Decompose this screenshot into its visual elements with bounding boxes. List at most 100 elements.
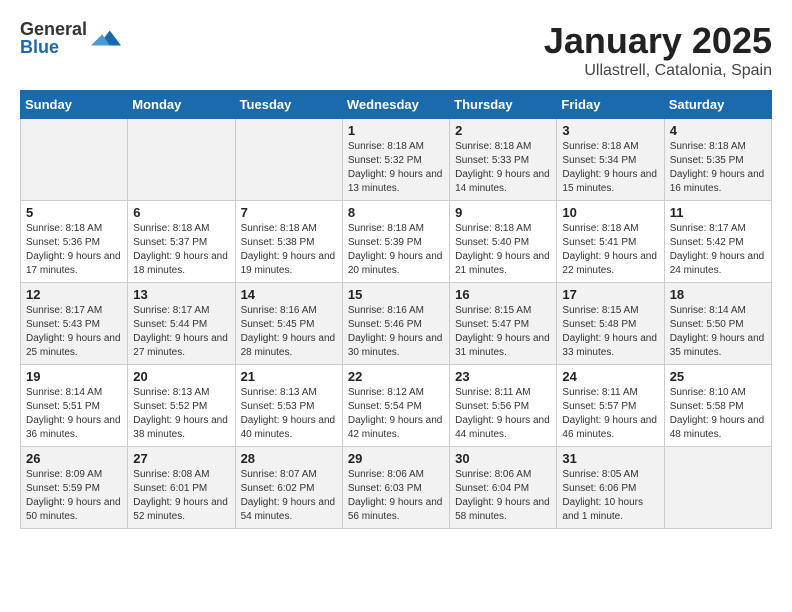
- day-number: 4: [670, 123, 766, 138]
- calendar-day-13: 13 Sunrise: 8:17 AM Sunset: 5:44 PM Dayli…: [128, 283, 235, 365]
- calendar-day-17: 17 Sunrise: 8:15 AM Sunset: 5:48 PM Dayli…: [557, 283, 664, 365]
- day-number: 8: [348, 205, 444, 220]
- day-number: 24: [562, 369, 658, 384]
- calendar-table: SundayMondayTuesdayWednesdayThursdayFrid…: [20, 90, 772, 529]
- day-info: Sunrise: 8:18 AM Sunset: 5:34 PM Dayligh…: [562, 140, 658, 196]
- calendar-day-16: 16 Sunrise: 8:15 AM Sunset: 5:47 PM Dayli…: [450, 283, 557, 365]
- day-number: 6: [133, 205, 229, 220]
- day-info: Sunrise: 8:13 AM Sunset: 5:52 PM Dayligh…: [133, 386, 229, 442]
- day-info: Sunrise: 8:08 AM Sunset: 6:01 PM Dayligh…: [133, 468, 229, 524]
- calendar-day-18: 18 Sunrise: 8:14 AM Sunset: 5:50 PM Dayli…: [664, 283, 771, 365]
- calendar-day-21: 21 Sunrise: 8:13 AM Sunset: 5:53 PM Dayli…: [235, 365, 342, 447]
- calendar-day-15: 15 Sunrise: 8:16 AM Sunset: 5:46 PM Dayli…: [342, 283, 449, 365]
- day-number: 7: [241, 205, 337, 220]
- day-info: Sunrise: 8:17 AM Sunset: 5:44 PM Dayligh…: [133, 304, 229, 360]
- day-info: Sunrise: 8:18 AM Sunset: 5:38 PM Dayligh…: [241, 222, 337, 278]
- calendar-day-7: 7 Sunrise: 8:18 AM Sunset: 5:38 PM Daylig…: [235, 201, 342, 283]
- calendar-week-row: 1 Sunrise: 8:18 AM Sunset: 5:32 PM Daylig…: [21, 119, 772, 201]
- calendar-day-4: 4Sunrise: 8:18 AM Sunset: 5:35 PM Daylig…: [664, 119, 771, 201]
- day-number: 30: [455, 451, 551, 466]
- day-info: Sunrise: 8:09 AM Sunset: 5:59 PM Dayligh…: [26, 468, 122, 524]
- calendar-week-row: 5 Sunrise: 8:18 AM Sunset: 5:36 PM Daylig…: [21, 201, 772, 283]
- day-number: 25: [670, 369, 766, 384]
- day-number: 16: [455, 287, 551, 302]
- day-number: 28: [241, 451, 337, 466]
- day-info: Sunrise: 8:11 AM Sunset: 5:56 PM Dayligh…: [455, 386, 551, 442]
- calendar-day-6: 6 Sunrise: 8:18 AM Sunset: 5:37 PM Daylig…: [128, 201, 235, 283]
- day-info: Sunrise: 8:17 AM Sunset: 5:43 PM Dayligh…: [26, 304, 122, 360]
- day-number: 11: [670, 205, 766, 220]
- day-number: 31: [562, 451, 658, 466]
- calendar-day-2: 2Sunrise: 8:18 AM Sunset: 5:33 PM Daylig…: [450, 119, 557, 201]
- calendar-day-14: 14Sunrise: 8:16 AM Sunset: 5:45 PM Dayli…: [235, 283, 342, 365]
- calendar-day-9: 9Sunrise: 8:18 AM Sunset: 5:40 PM Daylig…: [450, 201, 557, 283]
- day-number: 12: [26, 287, 122, 302]
- calendar-empty-cell: [128, 119, 235, 201]
- calendar-day-12: 12 Sunrise: 8:17 AM Sunset: 5:43 PM Dayli…: [21, 283, 128, 365]
- day-number: 10: [562, 205, 658, 220]
- calendar-day-30: 30Sunrise: 8:06 AM Sunset: 6:04 PM Dayli…: [450, 447, 557, 529]
- day-number: 19: [26, 369, 122, 384]
- day-info: Sunrise: 8:16 AM Sunset: 5:46 PM Dayligh…: [348, 304, 444, 360]
- calendar-day-26: 26 Sunrise: 8:09 AM Sunset: 5:59 PM Dayli…: [21, 447, 128, 529]
- title-block: January 2025 Ullastrell, Catalonia, Spai…: [544, 20, 772, 80]
- day-info: Sunrise: 8:18 AM Sunset: 5:33 PM Dayligh…: [455, 140, 551, 196]
- calendar-day-19: 19 Sunrise: 8:14 AM Sunset: 5:51 PM Dayli…: [21, 365, 128, 447]
- day-number: 20: [133, 369, 229, 384]
- calendar-day-25: 25 Sunrise: 8:10 AM Sunset: 5:58 PM Dayli…: [664, 365, 771, 447]
- day-info: Sunrise: 8:18 AM Sunset: 5:41 PM Dayligh…: [562, 222, 658, 278]
- page-header: General Blue January 2025 Ullastrell, Ca…: [20, 20, 772, 80]
- day-number: 13: [133, 287, 229, 302]
- calendar-day-1: 1 Sunrise: 8:18 AM Sunset: 5:32 PM Daylig…: [342, 119, 449, 201]
- calendar-week-row: 19 Sunrise: 8:14 AM Sunset: 5:51 PM Dayli…: [21, 365, 772, 447]
- day-number: 15: [348, 287, 444, 302]
- logo-blue: Blue: [20, 38, 87, 56]
- day-info: Sunrise: 8:18 AM Sunset: 5:32 PM Dayligh…: [348, 140, 444, 196]
- logo-general: General: [20, 20, 87, 38]
- logo: General Blue: [20, 20, 121, 56]
- day-info: Sunrise: 8:10 AM Sunset: 5:58 PM Dayligh…: [670, 386, 766, 442]
- day-number: 23: [455, 369, 551, 384]
- day-number: 21: [241, 369, 337, 384]
- calendar-header-row: SundayMondayTuesdayWednesdayThursdayFrid…: [21, 91, 772, 119]
- day-info: Sunrise: 8:15 AM Sunset: 5:47 PM Dayligh…: [455, 304, 551, 360]
- day-number: 18: [670, 287, 766, 302]
- day-number: 27: [133, 451, 229, 466]
- header-sunday: Sunday: [21, 91, 128, 119]
- day-number: 17: [562, 287, 658, 302]
- calendar-day-10: 10 Sunrise: 8:18 AM Sunset: 5:41 PM Dayli…: [557, 201, 664, 283]
- day-info: Sunrise: 8:18 AM Sunset: 5:37 PM Dayligh…: [133, 222, 229, 278]
- day-info: Sunrise: 8:14 AM Sunset: 5:50 PM Dayligh…: [670, 304, 766, 360]
- calendar-empty-cell: [235, 119, 342, 201]
- header-wednesday: Wednesday: [342, 91, 449, 119]
- day-info: Sunrise: 8:13 AM Sunset: 5:53 PM Dayligh…: [241, 386, 337, 442]
- calendar-empty-cell: [664, 447, 771, 529]
- day-number: 29: [348, 451, 444, 466]
- header-saturday: Saturday: [664, 91, 771, 119]
- day-info: Sunrise: 8:05 AM Sunset: 6:06 PM Dayligh…: [562, 468, 658, 524]
- day-info: Sunrise: 8:18 AM Sunset: 5:36 PM Dayligh…: [26, 222, 122, 278]
- day-number: 22: [348, 369, 444, 384]
- calendar-day-27: 27 Sunrise: 8:08 AM Sunset: 6:01 PM Dayli…: [128, 447, 235, 529]
- calendar-day-22: 22Sunrise: 8:12 AM Sunset: 5:54 PM Dayli…: [342, 365, 449, 447]
- header-thursday: Thursday: [450, 91, 557, 119]
- calendar-day-8: 8 Sunrise: 8:18 AM Sunset: 5:39 PM Daylig…: [342, 201, 449, 283]
- day-info: Sunrise: 8:11 AM Sunset: 5:57 PM Dayligh…: [562, 386, 658, 442]
- day-number: 26: [26, 451, 122, 466]
- calendar-week-row: 12 Sunrise: 8:17 AM Sunset: 5:43 PM Dayli…: [21, 283, 772, 365]
- calendar-day-23: 23 Sunrise: 8:11 AM Sunset: 5:56 PM Dayli…: [450, 365, 557, 447]
- day-number: 1: [348, 123, 444, 138]
- day-info: Sunrise: 8:16 AM Sunset: 5:45 PM Dayligh…: [241, 304, 337, 360]
- day-number: 5: [26, 205, 122, 220]
- header-monday: Monday: [128, 91, 235, 119]
- calendar-day-20: 20 Sunrise: 8:13 AM Sunset: 5:52 PM Dayli…: [128, 365, 235, 447]
- location: Ullastrell, Catalonia, Spain: [544, 62, 772, 80]
- month-title: January 2025: [544, 20, 772, 62]
- day-info: Sunrise: 8:15 AM Sunset: 5:48 PM Dayligh…: [562, 304, 658, 360]
- calendar-day-3: 3Sunrise: 8:18 AM Sunset: 5:34 PM Daylig…: [557, 119, 664, 201]
- calendar-day-29: 29Sunrise: 8:06 AM Sunset: 6:03 PM Dayli…: [342, 447, 449, 529]
- calendar-day-28: 28Sunrise: 8:07 AM Sunset: 6:02 PM Dayli…: [235, 447, 342, 529]
- day-info: Sunrise: 8:18 AM Sunset: 5:40 PM Dayligh…: [455, 222, 551, 278]
- day-info: Sunrise: 8:14 AM Sunset: 5:51 PM Dayligh…: [26, 386, 122, 442]
- day-info: Sunrise: 8:18 AM Sunset: 5:39 PM Dayligh…: [348, 222, 444, 278]
